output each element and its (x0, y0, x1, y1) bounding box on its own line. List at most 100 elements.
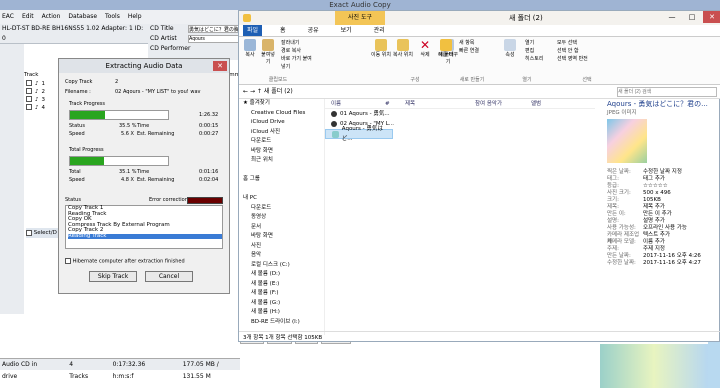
tab-view[interactable]: 보기 (337, 25, 356, 36)
tab-manage[interactable]: 관리 (370, 25, 389, 36)
details-value[interactable]: 만든 이 추가 (643, 211, 672, 218)
nav-item[interactable]: 바탕 화면 (239, 232, 324, 242)
close-icon[interactable]: ✕ (703, 11, 720, 23)
details-value[interactable]: 설명 추가 (643, 218, 665, 225)
details-value[interactable]: 105KB (643, 197, 661, 204)
file-row-selected[interactable]: Aqours - 勇気はど... (325, 126, 393, 142)
tab-home[interactable]: 홈 (276, 25, 290, 36)
close-icon[interactable]: ✕ (213, 61, 227, 71)
delete-button[interactable]: ✕ 삭제 (415, 39, 435, 58)
menu-edit[interactable]: Edit (22, 10, 34, 24)
details-value[interactable]: 2017-11-16 오후 4:27 (643, 260, 701, 267)
file-row[interactable]: 01 Aqours - 勇気... (325, 109, 595, 119)
details-value[interactable]: 제목 추가 (643, 204, 665, 211)
new-folder-button[interactable]: 새 폴더 (437, 39, 455, 58)
paste-button[interactable]: 붙여넣기 (259, 39, 277, 65)
menu-help[interactable]: Help (128, 10, 142, 24)
details-value[interactable]: 500 x 496 (643, 190, 671, 197)
track-row[interactable]: ♪ 2 (24, 88, 58, 96)
column-track[interactable]: Track (24, 72, 38, 78)
hibernate-checkbox[interactable]: Hibernate computer after extraction fini… (65, 258, 185, 266)
easy-access-button[interactable]: 빠른 연결 (459, 47, 479, 55)
tab-share[interactable]: 공유 (304, 25, 323, 36)
select-all-button[interactable]: 모두 선택 (557, 39, 588, 47)
nav-item[interactable]: ★ 즐겨찾기 (239, 99, 324, 109)
eac-toolbar-left[interactable] (0, 44, 24, 314)
tab-file[interactable]: 파일 (243, 25, 263, 36)
column-title[interactable]: 제목 (405, 99, 475, 108)
copy-button[interactable]: 복사 (243, 39, 257, 58)
nav-item[interactable]: 새 볼륨 (D:) (239, 270, 324, 280)
nav-item[interactable]: 음악 (239, 251, 324, 261)
cut-button[interactable]: 잘라내기 (281, 39, 313, 47)
track-row[interactable]: ♪ 3 (24, 96, 58, 104)
select-none-button[interactable]: 선택 안 함 (557, 47, 588, 55)
breadcrumb[interactable]: 새 폴더 (2) (264, 88, 293, 95)
details-value[interactable]: 오프라인 사용 가능 (643, 225, 687, 232)
nav-item[interactable]: 새 볼륨 (G:) (239, 299, 324, 309)
nav-item[interactable]: iCloud 사진 (239, 128, 324, 138)
skip-track-button[interactable]: Skip Track (89, 271, 137, 282)
search-input[interactable] (617, 87, 717, 97)
track-checkbox[interactable] (26, 80, 32, 86)
track-row[interactable]: ♪ 1 (24, 80, 58, 88)
nav-item[interactable]: 새 볼륨 (H:) (239, 308, 324, 318)
nav-item[interactable]: 다운로드 (239, 204, 324, 214)
nav-item[interactable]: 내 PC (239, 194, 324, 204)
nav-item[interactable]: 사진 (239, 242, 324, 252)
up-icon[interactable]: ↑ (257, 88, 262, 95)
nav-item[interactable]: iCloud Drive (239, 118, 324, 128)
status-log[interactable]: Copy Track 1 Reading Track Copy OK Compr… (65, 205, 223, 249)
minimize-icon[interactable]: — (663, 11, 681, 23)
nav-item[interactable]: BD-RE 드라이브 (I:) (239, 318, 324, 328)
track-row[interactable]: ♪ 4 (24, 104, 58, 112)
track-checkbox[interactable] (26, 88, 32, 94)
nav-item[interactable]: 홈 그룹 (239, 175, 324, 185)
track-checkbox[interactable] (26, 96, 32, 102)
nav-item[interactable]: 새 볼륨 (E:) (239, 280, 324, 290)
details-value[interactable]: ☆☆☆☆☆ (643, 183, 668, 190)
nav-item[interactable]: 바탕 화면 (239, 147, 324, 157)
menu-database[interactable]: Database (68, 10, 97, 24)
nav-item[interactable]: 동영상 (239, 213, 324, 223)
forward-icon[interactable]: → (250, 88, 255, 95)
nav-item[interactable]: Creative Cloud Files (239, 109, 324, 119)
details-value[interactable]: 텍스트 추가 (643, 232, 670, 239)
edit-button[interactable]: 편집 (525, 47, 543, 55)
column-name[interactable]: 이름 (325, 99, 385, 108)
menu-tools[interactable]: Tools (105, 10, 120, 24)
nav-item[interactable]: 문서 (239, 223, 324, 233)
details-value[interactable]: 태그 추가 (643, 176, 665, 183)
cancel-button[interactable]: Cancel (145, 271, 193, 282)
properties-button[interactable]: 속성 (503, 39, 517, 58)
open-button[interactable]: 열기 (525, 39, 543, 47)
invert-selection-button[interactable]: 선택 영역 반전 (557, 55, 588, 63)
menu-eac[interactable]: EAC (2, 10, 14, 24)
back-icon[interactable]: ← (243, 88, 248, 95)
maximize-icon[interactable]: □ (683, 11, 701, 23)
select-all-checkbox[interactable]: Select/D (26, 228, 58, 238)
nav-item[interactable]: 로컬 디스크 (C:) (239, 261, 324, 271)
copy-to-button[interactable]: 복사 위치 (393, 39, 413, 58)
nav-item[interactable]: 다운로드 (239, 137, 324, 147)
drive-selector[interactable]: HL-DT-ST BD-RE BH16NS55 1.02 Adapter: 1 … (0, 24, 148, 44)
track-checkbox[interactable] (26, 104, 32, 110)
column-artist[interactable]: 참여 음악가 (475, 99, 531, 108)
column-number[interactable]: # (385, 99, 405, 108)
cd-artist-input[interactable] (188, 35, 240, 43)
new-item-button[interactable]: 새 항목 (459, 39, 479, 47)
nav-item[interactable]: 새 볼륨 (F:) (239, 289, 324, 299)
nav-item[interactable]: 최근 위치 (239, 156, 324, 166)
details-value[interactable]: 수정한 날짜 지정 (643, 169, 682, 176)
details-value[interactable]: 2017-11-16 오후 4:26 (643, 253, 701, 260)
paste-shortcut-button[interactable]: 바로 가기 붙여넣기 (281, 55, 313, 71)
column-album[interactable]: 앨범 (531, 99, 571, 108)
menu-action[interactable]: Action (42, 10, 61, 24)
details-value[interactable]: 이름 추가 (643, 239, 665, 246)
context-tab-photo-tools[interactable]: 사진 도구 (335, 11, 385, 25)
move-to-button[interactable]: 이동 위치 (371, 39, 391, 58)
details-value[interactable]: 주제 지정 (643, 246, 665, 253)
copy-path-button[interactable]: 경로 복사 (281, 47, 313, 55)
cd-title-input[interactable] (188, 25, 240, 33)
address-bar[interactable]: ← → ↑ 새 폴더 (2) (239, 85, 720, 99)
